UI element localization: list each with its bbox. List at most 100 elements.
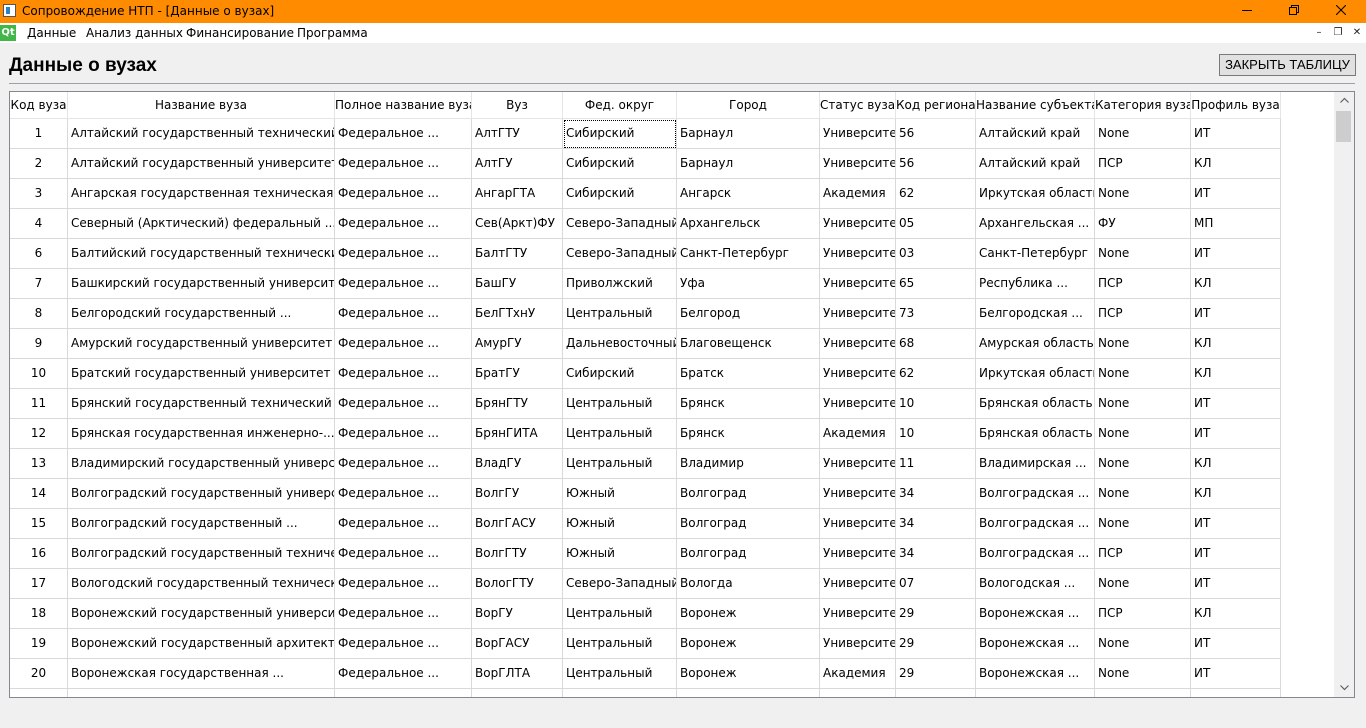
table-cell[interactable]: Воронежский государственный технический … [68, 689, 335, 697]
table-cell[interactable]: Центральный [563, 599, 677, 629]
table-cell[interactable]: БратГУ [472, 359, 563, 389]
table-cell[interactable]: Центральный [563, 689, 677, 697]
table-cell[interactable]: Белгородская ... [976, 299, 1095, 329]
table-cell[interactable]: Университет [820, 509, 896, 539]
menu-data[interactable]: Данные [27, 26, 76, 40]
table-cell[interactable]: Федеральное ... [335, 149, 472, 179]
table-cell[interactable]: Центральный [563, 659, 677, 689]
table-cell[interactable]: КЛ [1191, 149, 1281, 179]
table-cell[interactable]: КЛ [1191, 599, 1281, 629]
column-header-category[interactable]: Категория вуза [1095, 92, 1191, 119]
table-cell[interactable]: ИТ [1191, 629, 1281, 659]
table-cell[interactable]: БалтГТУ [472, 239, 563, 269]
table-cell[interactable]: Университет [820, 539, 896, 569]
column-header-name[interactable]: Название вуза [68, 92, 335, 119]
table-cell[interactable]: АмурГУ [472, 329, 563, 359]
table-cell[interactable]: Алтайский край [976, 119, 1095, 149]
table-cell[interactable]: 9 [10, 329, 68, 359]
table-cell[interactable]: None [1095, 119, 1191, 149]
table-cell[interactable]: КЛ [1191, 269, 1281, 299]
table-cell[interactable]: None [1095, 659, 1191, 689]
chevron-up-icon[interactable] [1334, 92, 1354, 109]
table-row[interactable]: 2 Алтайский государственный университет Фе… [10, 149, 1281, 179]
table-cell[interactable]: Университет [820, 629, 896, 659]
table-cell[interactable]: Ангарск [677, 179, 820, 209]
table-cell[interactable]: БашГУ [472, 269, 563, 299]
table-row[interactable]: 9 Амурский государственный университет Фед… [10, 329, 1281, 359]
table-cell[interactable]: Университет [820, 689, 896, 697]
table-cell[interactable]: 56 [896, 119, 976, 149]
table-cell[interactable]: 1 [10, 119, 68, 149]
table-cell[interactable]: Университет [820, 479, 896, 509]
table-cell[interactable]: 4 [10, 209, 68, 239]
table-cell[interactable]: Сибирский [563, 119, 677, 149]
table-cell[interactable]: Волгоградский государственный университе… [68, 479, 335, 509]
table-cell[interactable]: Уфа [677, 269, 820, 299]
table-cell[interactable]: Федеральное ... [335, 569, 472, 599]
column-header-abbr[interactable]: Вуз [472, 92, 563, 119]
table-cell[interactable]: ВолгГАСУ [472, 509, 563, 539]
table-cell[interactable]: 8 [10, 299, 68, 329]
table-cell[interactable]: Университет [820, 389, 896, 419]
table-row[interactable]: 21Воронежский государственный технически… [10, 689, 1281, 697]
table-row[interactable]: 15 Волгоградский государственный ... Федер… [10, 509, 1281, 539]
table-cell[interactable]: ИТ [1191, 239, 1281, 269]
table-cell[interactable]: ПСР [1095, 599, 1191, 629]
table-cell[interactable]: ПСР [1095, 149, 1191, 179]
table-cell[interactable]: Приволжский [563, 269, 677, 299]
table-cell[interactable]: None [1095, 479, 1191, 509]
table-cell[interactable]: Южный [563, 509, 677, 539]
table-cell[interactable]: 29 [896, 629, 976, 659]
table-cell[interactable]: Санкт-Петербург [976, 239, 1095, 269]
table-cell[interactable]: БрянГТУ [472, 389, 563, 419]
table-cell[interactable]: Университет [820, 269, 896, 299]
table-cell[interactable]: Университет [820, 329, 896, 359]
table-cell[interactable]: Вологодский государственный технический … [68, 569, 335, 599]
table-row[interactable]: 16Волгоградский государственный техничес… [10, 539, 1281, 569]
table-row[interactable]: 20 Воронежская государственная ... Федерал… [10, 659, 1281, 689]
table-cell[interactable]: 10 [10, 359, 68, 389]
table-cell[interactable]: АлтГТУ [472, 119, 563, 149]
table-cell[interactable]: 29 [896, 659, 976, 689]
table-row[interactable]: 6 Балтийский государственный технический … [10, 239, 1281, 269]
table-cell[interactable]: Воронежский государственный архитектурн.… [68, 629, 335, 659]
table-cell[interactable]: Волгоград [677, 509, 820, 539]
table-cell[interactable]: 17 [10, 569, 68, 599]
table-cell[interactable]: Центральный [563, 419, 677, 449]
table-cell[interactable]: Сев(Аркт)ФУ [472, 209, 563, 239]
table-cell[interactable]: Центральный [563, 449, 677, 479]
table-cell[interactable]: Федеральное ... [335, 599, 472, 629]
table-cell[interactable]: 62 [896, 179, 976, 209]
table-cell[interactable]: Брянская область [976, 389, 1095, 419]
table-cell[interactable]: КЛ [1191, 329, 1281, 359]
column-header-city[interactable]: Город [677, 92, 820, 119]
table-cell[interactable]: АлтГУ [472, 149, 563, 179]
table-cell[interactable]: ВорГЛТА [472, 659, 563, 689]
table-cell[interactable]: Воронежская ... [976, 689, 1095, 697]
table-row[interactable]: 13Владимирский государственный университ… [10, 449, 1281, 479]
table-cell[interactable]: Волгоградский государственный ... [68, 509, 335, 539]
table-cell[interactable]: ПСР [1095, 539, 1191, 569]
table-cell[interactable]: ИТ [1191, 119, 1281, 149]
table-cell[interactable]: Владимирская ... [976, 449, 1095, 479]
table-cell[interactable]: Южный [563, 479, 677, 509]
table-cell[interactable]: Федеральное ... [335, 449, 472, 479]
table-cell[interactable]: Академия [820, 659, 896, 689]
table-cell[interactable]: Федеральное ... [335, 299, 472, 329]
table-cell[interactable]: Университет [820, 119, 896, 149]
table-cell[interactable]: Университет [820, 449, 896, 479]
table-cell[interactable]: Амурская область [976, 329, 1095, 359]
table-cell[interactable]: Санкт-Петербург [677, 239, 820, 269]
table-cell[interactable]: ВорГУ [472, 599, 563, 629]
table-cell[interactable]: Университет [820, 359, 896, 389]
table-cell[interactable]: Воронежский государственный университет [68, 599, 335, 629]
table-row[interactable]: 12 Брянская государственная инженерно-...… [10, 419, 1281, 449]
table-cell[interactable]: Владимирский государственный университе.… [68, 449, 335, 479]
table-cell[interactable]: None [1095, 689, 1191, 697]
table-cell[interactable]: Вологодская ... [976, 569, 1095, 599]
table-row[interactable]: 8 Белгородский государственный ... Федерал… [10, 299, 1281, 329]
table-cell[interactable]: Академия [820, 419, 896, 449]
table-cell[interactable]: 73 [896, 299, 976, 329]
minimize-button[interactable] [1224, 0, 1270, 23]
table-cell[interactable]: None [1095, 329, 1191, 359]
